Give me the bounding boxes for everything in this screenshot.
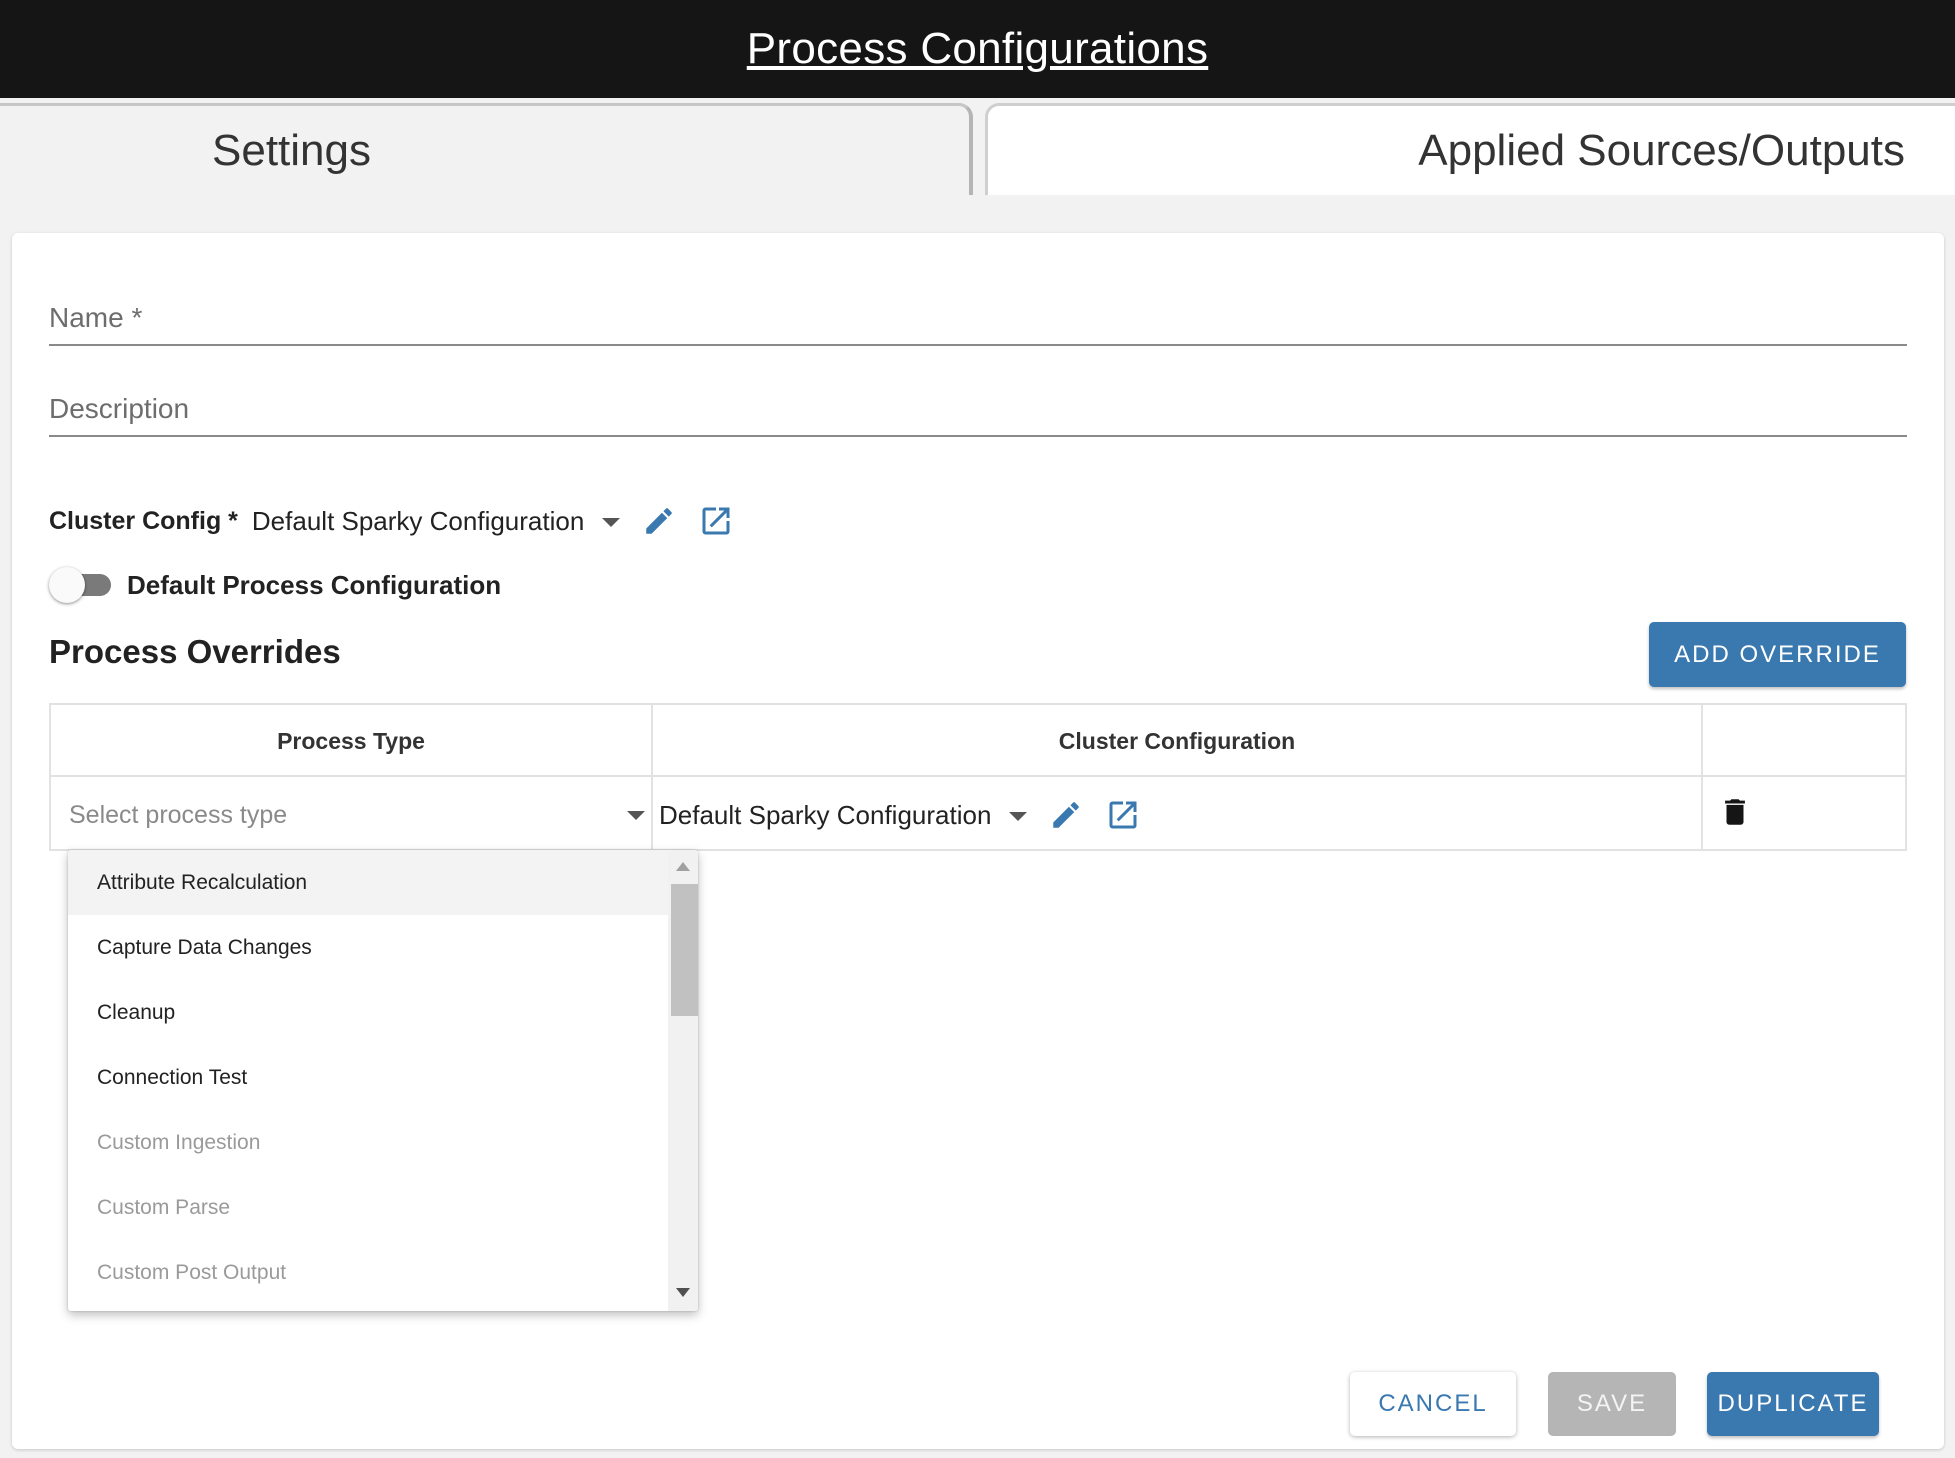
default-process-toggle[interactable] <box>49 567 113 603</box>
caret-down-icon <box>1008 812 1027 822</box>
process-type-dropdown: Attribute Recalculation Capture Data Cha… <box>68 850 698 1311</box>
cluster-config-select[interactable]: Default Sparky Configuration <box>252 506 620 537</box>
caret-down-icon <box>627 810 645 820</box>
column-process-type: Process Type <box>277 727 425 754</box>
default-toggle-row: Default Process Configuration <box>49 563 501 607</box>
dropdown-scrollbar[interactable] <box>668 850 698 1311</box>
cluster-config-label: Cluster Config * <box>49 506 238 535</box>
table-header: Process Type Cluster Configuration <box>51 705 1905 777</box>
column-cluster-configuration: Cluster Configuration <box>1058 727 1296 754</box>
scroll-up-arrow-icon[interactable] <box>676 862 690 871</box>
process-type-select[interactable]: Select process type <box>69 779 645 851</box>
option-custom-ingestion: Custom Ingestion <box>97 1130 261 1154</box>
overrides-table: Process Type Cluster Configuration Selec… <box>49 703 1907 851</box>
option-capture-data-changes[interactable]: Capture Data Changes <box>68 915 668 980</box>
option-attribute-recalculation[interactable]: Attribute Recalculation <box>68 850 668 915</box>
trash-icon[interactable] <box>1718 793 1752 831</box>
name-label: Name * <box>49 302 143 333</box>
caret-down-icon <box>601 518 620 528</box>
tab-bar: Settings Applied Sources/Outputs <box>0 103 1955 195</box>
cluster-config-row: Cluster Config * Default Sparky Configur… <box>49 496 734 546</box>
description-label: Description <box>49 393 190 424</box>
option-connection-test[interactable]: Connection Test <box>68 1045 668 1110</box>
scroll-down-arrow-icon[interactable] <box>676 1288 690 1297</box>
row-cluster-config-select[interactable]: Default Sparky Configuration <box>659 800 1027 831</box>
duplicate-button[interactable]: DUPLICATE <box>1707 1372 1879 1436</box>
open-in-new-icon[interactable] <box>1105 797 1141 833</box>
tab-settings[interactable]: Settings <box>0 103 973 195</box>
tab-applied-sources-outputs[interactable]: Applied Sources/Outputs <box>985 103 1955 195</box>
add-override-button[interactable]: ADD OVERRIDE <box>1649 622 1906 687</box>
row-cluster-config-value: Default Sparky Configuration <box>659 799 992 830</box>
cluster-config-value: Default Sparky Configuration <box>251 505 585 536</box>
save-button: SAVE <box>1548 1372 1676 1436</box>
option-custom-post-output: Custom Post Output <box>97 1260 287 1284</box>
scroll-thumb[interactable] <box>671 884 698 1016</box>
option-custom-parse: Custom Parse <box>97 1195 231 1219</box>
toggle-knob <box>49 567 85 603</box>
description-field[interactable]: Description <box>49 377 1907 437</box>
process-overrides-title: Process Overrides <box>49 633 341 670</box>
pencil-icon[interactable] <box>642 504 676 538</box>
cancel-button[interactable]: CANCEL <box>1350 1372 1516 1436</box>
pencil-icon[interactable] <box>1049 798 1083 832</box>
header-bar: Process Configurations <box>0 0 1955 98</box>
process-type-placeholder: Select process type <box>69 800 288 829</box>
open-in-new-icon[interactable] <box>698 503 734 539</box>
option-cleanup[interactable]: Cleanup <box>68 980 668 1045</box>
row-cluster-config: Default Sparky Configuration <box>659 779 1141 851</box>
column-actions <box>1703 705 1907 777</box>
default-toggle-label: Default Process Configuration <box>127 569 502 600</box>
page-title[interactable]: Process Configurations <box>747 24 1209 74</box>
name-field[interactable]: Name * <box>49 286 1907 346</box>
table-row: Select process type Default Sparky Confi… <box>51 779 1905 851</box>
